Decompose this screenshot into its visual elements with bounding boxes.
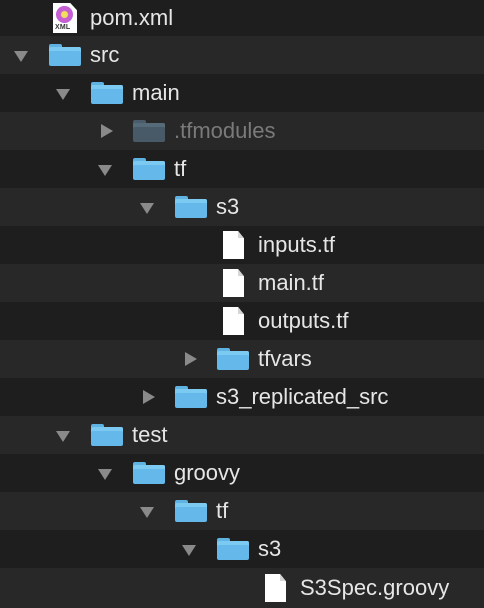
document-icon <box>223 231 244 259</box>
disclosure-collapsed-icon[interactable] <box>185 352 197 366</box>
folder-icon <box>133 462 165 484</box>
tree-item-label: tf <box>174 156 187 181</box>
tree-row-groovy[interactable]: groovy <box>0 454 484 492</box>
tree-item-label: S3Spec.groovy <box>300 575 450 600</box>
disclosure-expanded-icon[interactable] <box>14 51 28 62</box>
tree-row-test-tf[interactable]: tf <box>0 492 484 530</box>
folder-icon <box>175 386 207 408</box>
tree-item-label: inputs.tf <box>258 232 336 257</box>
document-icon <box>223 307 244 335</box>
tree-row-pom-xml[interactable]: XML pom.xml <box>0 0 484 36</box>
tree-item-label: test <box>132 422 168 447</box>
tree-row-s3spec-groovy[interactable]: S3Spec.groovy <box>0 568 484 608</box>
folder-icon <box>217 348 249 370</box>
tree-row-tfvars[interactable]: tfvars <box>0 340 484 378</box>
folder-icon <box>175 500 207 522</box>
tree-item-label: s3_replicated_src <box>216 384 389 409</box>
disclosure-collapsed-icon[interactable] <box>143 390 155 404</box>
tree-item-label: outputs.tf <box>258 308 349 333</box>
tree-row-main-tf[interactable]: main.tf <box>0 264 484 302</box>
disclosure-collapsed-icon[interactable] <box>101 124 113 138</box>
folder-icon <box>91 424 123 446</box>
document-icon <box>223 269 244 297</box>
tree-row-inputs-tf[interactable]: inputs.tf <box>0 226 484 264</box>
disclosure-expanded-icon[interactable] <box>182 545 196 556</box>
folder-icon <box>133 120 165 142</box>
tree-item-label: pom.xml <box>90 5 174 30</box>
disclosure-expanded-icon[interactable] <box>140 507 154 518</box>
tree-row-s3[interactable]: s3 <box>0 188 484 226</box>
xml-badge: XML <box>55 24 71 31</box>
disclosure-expanded-icon[interactable] <box>98 469 112 480</box>
tree-item-label: s3 <box>216 194 240 219</box>
folder-icon <box>175 196 207 218</box>
tree-row-tfmodules[interactable]: .tfmodules <box>0 112 484 150</box>
disclosure-expanded-icon[interactable] <box>56 431 70 442</box>
folder-icon <box>49 44 81 66</box>
file-tree: XML pom.xml src main .tfmodules tf s3 in… <box>0 0 484 608</box>
tree-item-label: tf <box>216 498 229 523</box>
tree-item-label: groovy <box>174 460 241 485</box>
tree-row-main[interactable]: main <box>0 74 484 112</box>
tree-row-outputs-tf[interactable]: outputs.tf <box>0 302 484 340</box>
disclosure-expanded-icon[interactable] <box>56 89 70 100</box>
folder-icon <box>217 538 249 560</box>
document-icon <box>265 574 286 602</box>
disclosure-expanded-icon[interactable] <box>98 165 112 176</box>
tree-row-src[interactable]: src <box>0 36 484 74</box>
xml-flower-graphic <box>56 6 73 23</box>
tree-row-test-s3[interactable]: s3 <box>0 530 484 568</box>
folder-icon <box>91 82 123 104</box>
disclosure-expanded-icon[interactable] <box>140 203 154 214</box>
tree-item-label: main <box>132 80 180 105</box>
tree-item-label: .tfmodules <box>174 118 276 143</box>
xml-file-icon: XML <box>53 3 77 33</box>
tree-item-label: main.tf <box>258 270 325 295</box>
tree-item-label: s3 <box>258 536 282 561</box>
tree-row-s3-replicated-src[interactable]: s3_replicated_src <box>0 378 484 416</box>
tree-item-label: src <box>90 42 120 67</box>
folder-icon <box>133 158 165 180</box>
tree-row-tf[interactable]: tf <box>0 150 484 188</box>
tree-row-test[interactable]: test <box>0 416 484 454</box>
tree-item-label: tfvars <box>258 346 312 371</box>
